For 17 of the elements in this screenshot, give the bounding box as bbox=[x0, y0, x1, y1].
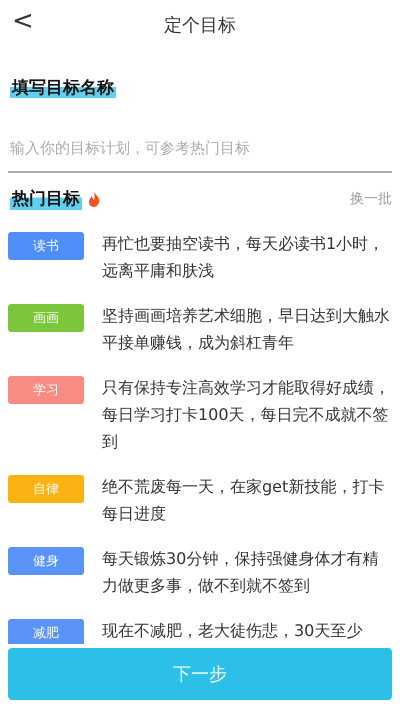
goal-description[interactable]: 现在不减肥，老大徒伤悲，30天至少 bbox=[102, 617, 362, 644]
refresh-link[interactable]: 换一批 bbox=[350, 190, 392, 208]
goal-description[interactable]: 再忙也要抽空读书，每天必读书1小时，远离平庸和肤浅 bbox=[102, 230, 392, 284]
goal-description[interactable]: 每天锻炼30分钟，保持强健身体才有精力做更多事，做不到就不签到 bbox=[102, 545, 392, 599]
back-button[interactable]: < bbox=[6, 6, 40, 36]
goal-tag[interactable]: 健身 bbox=[8, 547, 84, 575]
goal-description[interactable]: 绝不荒废每一天，在家get新技能，打卡每日进度 bbox=[102, 473, 392, 527]
goal-tag[interactable]: 读书 bbox=[8, 232, 84, 260]
goal-tag[interactable]: 自律 bbox=[8, 475, 84, 503]
next-step-button[interactable]: 下一步 bbox=[8, 648, 392, 700]
page-title: 定个目标 bbox=[164, 14, 236, 37]
goal-tag[interactable]: 减肥 bbox=[8, 619, 84, 644]
flame-icon bbox=[88, 190, 100, 206]
goal-description[interactable]: 坚持画画培养艺术细胞，早日达到大触水平接单赚钱，成为斜杠青年 bbox=[102, 302, 392, 356]
goal-description[interactable]: 只有保持专注高效学习才能取得好成绩，每日学习打卡100天，每日完不成就不签到 bbox=[102, 374, 392, 455]
goal-tag[interactable]: 画画 bbox=[8, 304, 84, 332]
goal-tag[interactable]: 学习 bbox=[8, 376, 84, 404]
